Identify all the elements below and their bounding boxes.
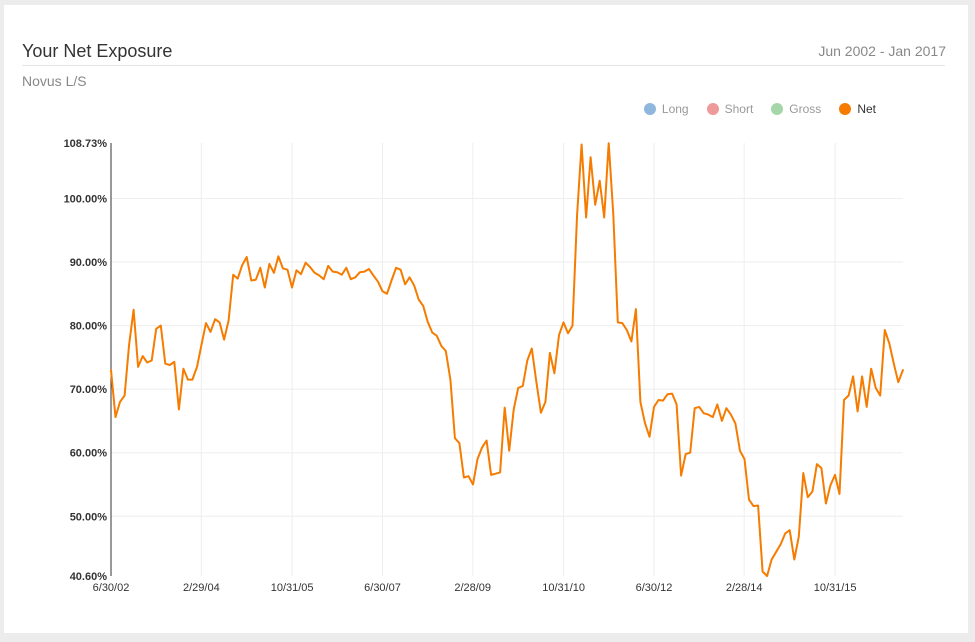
x-tick-label: 2/29/04 bbox=[183, 582, 220, 594]
x-tick-label: 10/31/10 bbox=[542, 582, 585, 594]
x-tick-label: 6/30/02 bbox=[93, 582, 130, 594]
y-tick-label: 100.00% bbox=[64, 193, 108, 205]
y-tick-label: 80.00% bbox=[70, 321, 108, 333]
y-tick-label: 70.00% bbox=[70, 384, 108, 396]
y-tick-label: 60.00% bbox=[70, 448, 108, 460]
x-tick-label: 10/31/05 bbox=[271, 582, 314, 594]
y-tick-label: 50.00% bbox=[70, 511, 108, 523]
x-tick-label: 6/30/07 bbox=[364, 582, 401, 594]
x-tick-label: 6/30/12 bbox=[636, 582, 673, 594]
x-tick-label: 10/31/15 bbox=[814, 582, 857, 594]
y-tick-label: 108.73% bbox=[64, 138, 108, 150]
y-tick-label: 90.00% bbox=[70, 257, 108, 269]
series-line-net bbox=[110, 142, 904, 577]
net-exposure-chart: 108.73% 100.00% 90.00% 80.00% 70.00% 60.00% 50… bbox=[64, 138, 904, 594]
x-tick-label: 2/28/14 bbox=[726, 582, 763, 594]
x-tick-label: 2/28/09 bbox=[454, 582, 491, 594]
